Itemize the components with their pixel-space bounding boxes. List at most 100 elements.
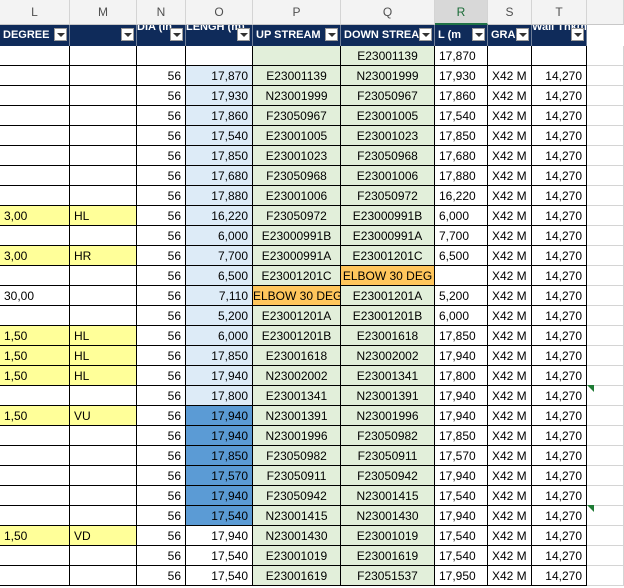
cell-mark[interactable] <box>70 186 137 206</box>
cell-blank[interactable] <box>587 446 624 466</box>
cell-grade[interactable]: X42 M <box>488 466 532 486</box>
cell-blank[interactable] <box>587 126 624 146</box>
cell-blank[interactable] <box>587 306 624 326</box>
column-header-n[interactable]: N <box>137 0 186 25</box>
cell-mark[interactable] <box>70 126 137 146</box>
cell-l-m[interactable]: 17,570 <box>435 446 488 466</box>
cell-mark[interactable] <box>70 306 137 326</box>
cell-blank[interactable] <box>587 466 624 486</box>
cell-wall-thk[interactable]: 14,270 <box>532 346 587 366</box>
cell-wall-thk[interactable]: 14,270 <box>532 486 587 506</box>
cell-upstream[interactable]: N23001391 <box>253 406 341 426</box>
cell-mark[interactable] <box>70 86 137 106</box>
cell-degree[interactable] <box>0 466 70 486</box>
cell-degree[interactable] <box>0 506 70 526</box>
cell-grade[interactable]: X42 M <box>488 206 532 226</box>
cell-wall-thk[interactable]: 14,270 <box>532 506 587 526</box>
cell-degree[interactable] <box>0 226 70 246</box>
cell-upstream[interactable]: N23001430 <box>253 526 341 546</box>
cell-diameter[interactable]: 56 <box>137 386 186 406</box>
column-header-t[interactable]: T <box>532 0 587 25</box>
cell-blank[interactable] <box>587 566 624 586</box>
cell-mark[interactable] <box>70 386 137 406</box>
cell-degree[interactable] <box>0 486 70 506</box>
cell-downstream[interactable]: E23001201B <box>341 306 435 326</box>
cell-diameter[interactable]: 56 <box>137 166 186 186</box>
cell-l-m[interactable]: 17,800 <box>435 366 488 386</box>
cell-length[interactable]: 17,800 <box>186 386 253 406</box>
filter-dropdown-icon[interactable] <box>325 28 338 41</box>
cell-blank[interactable] <box>587 246 624 266</box>
cell-diameter[interactable]: 56 <box>137 226 186 246</box>
cell-l-m[interactable]: 6,000 <box>435 306 488 326</box>
cell-length[interactable]: 17,850 <box>186 446 253 466</box>
filter-dropdown-icon[interactable] <box>121 28 134 41</box>
cell-upstream[interactable]: F23050968 <box>253 166 341 186</box>
cell-wall-thk[interactable]: 14,270 <box>532 306 587 326</box>
cell-grade[interactable]: X42 M <box>488 266 532 286</box>
cell-diameter[interactable]: 56 <box>137 506 186 526</box>
cell-grade[interactable]: X42 M <box>488 66 532 86</box>
cell-degree[interactable] <box>0 306 70 326</box>
cell-diameter[interactable]: 56 <box>137 446 186 466</box>
cell-length[interactable]: 17,540 <box>186 126 253 146</box>
cell-upstream[interactable]: E23001006 <box>253 186 341 206</box>
cell-diameter[interactable]: 56 <box>137 206 186 226</box>
cell-mark[interactable] <box>70 66 137 86</box>
cell-wall-thk[interactable]: 14,270 <box>532 446 587 466</box>
cell-length[interactable]: 17,680 <box>186 166 253 186</box>
cell-wall-thk[interactable]: 14,270 <box>532 146 587 166</box>
cell-mark[interactable] <box>70 566 137 586</box>
cell-length[interactable]: 6,000 <box>186 226 253 246</box>
cell-length[interactable]: 17,940 <box>186 406 253 426</box>
cell-length[interactable]: 17,860 <box>186 106 253 126</box>
cell-length[interactable]: 17,540 <box>186 546 253 566</box>
cell-degree[interactable] <box>0 186 70 206</box>
cell-grade[interactable]: X42 M <box>488 126 532 146</box>
cell-wall-thk[interactable]: 14,270 <box>532 386 587 406</box>
cell-degree[interactable]: 1,50 <box>0 526 70 546</box>
cell-blank[interactable] <box>587 266 624 286</box>
cell-upstream[interactable]: E23001139 <box>253 66 341 86</box>
cell-grade[interactable]: X42 M <box>488 366 532 386</box>
cell-wall-thk[interactable]: 14,270 <box>532 426 587 446</box>
cell-grade[interactable]: X42 M <box>488 346 532 366</box>
cell-diameter[interactable]: 56 <box>137 566 186 586</box>
cell-degree[interactable]: 30,00 <box>0 286 70 306</box>
cell-upstream[interactable]: E23001618 <box>253 346 341 366</box>
cell-blank[interactable] <box>587 66 624 86</box>
cell-blank[interactable] <box>587 526 624 546</box>
cell-grade[interactable]: X42 M <box>488 386 532 406</box>
cell-length[interactable]: 17,940 <box>186 426 253 446</box>
cell-blank[interactable] <box>587 326 624 346</box>
cell-l-m[interactable]: 17,930 <box>435 66 488 86</box>
cell-downstream[interactable]: E23001341 <box>341 366 435 386</box>
cell-length[interactable]: 17,850 <box>186 346 253 366</box>
cell-upstream[interactable]: F23050942 <box>253 486 341 506</box>
cell-l-m[interactable]: 17,940 <box>435 346 488 366</box>
cell-degree[interactable] <box>0 146 70 166</box>
cell-length[interactable]: 6,000 <box>186 326 253 346</box>
cell-upstream[interactable] <box>253 46 341 66</box>
cell-upstream[interactable]: N23001415 <box>253 506 341 526</box>
cell-grade[interactable]: X42 M <box>488 526 532 546</box>
filter-dropdown-icon[interactable] <box>571 28 584 41</box>
cell-downstream[interactable]: ELBOW 30 DEG <box>341 266 435 286</box>
cell-downstream[interactable]: F23051537 <box>341 566 435 586</box>
cell-l-m[interactable]: 17,870 <box>435 46 488 66</box>
column-header-s[interactable]: S <box>488 0 532 25</box>
cell-mark[interactable] <box>70 486 137 506</box>
cell-mark[interactable]: HL <box>70 346 137 366</box>
cell-grade[interactable]: X42 M <box>488 566 532 586</box>
cell-l-m[interactable]: 6,000 <box>435 206 488 226</box>
cell-l-m[interactable]: 17,540 <box>435 106 488 126</box>
filter-dropdown-icon[interactable] <box>237 28 250 41</box>
cell-l-m[interactable]: 17,940 <box>435 406 488 426</box>
cell-downstream[interactable]: E23001619 <box>341 546 435 566</box>
cell-grade[interactable]: X42 M <box>488 186 532 206</box>
cell-wall-thk[interactable]: 14,270 <box>532 286 587 306</box>
cell-l-m[interactable]: 7,700 <box>435 226 488 246</box>
cell-upstream[interactable]: F23050982 <box>253 446 341 466</box>
cell-degree[interactable] <box>0 46 70 66</box>
cell-grade[interactable]: X42 M <box>488 506 532 526</box>
